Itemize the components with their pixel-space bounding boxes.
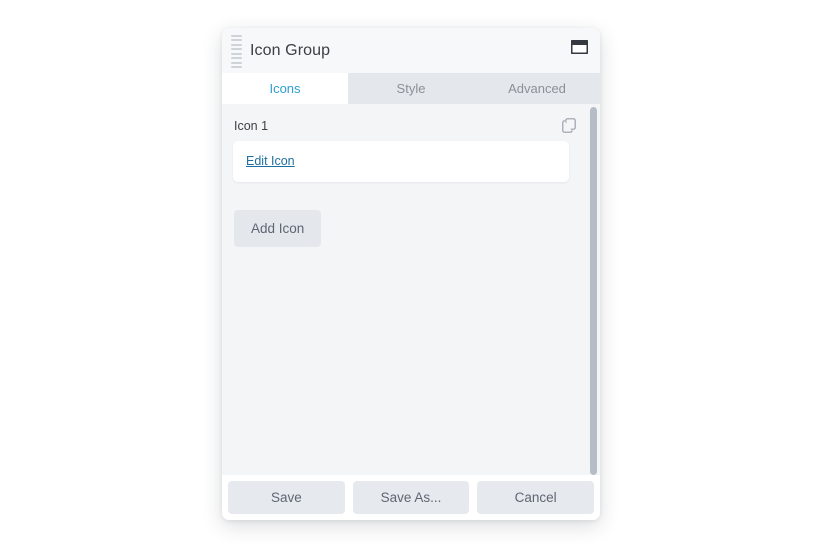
content-scrollbar[interactable] — [587, 104, 600, 475]
add-icon-button[interactable]: Add Icon — [234, 210, 322, 247]
screen: Icon Group Icons Style Advanced Icon 1 E… — [0, 0, 836, 547]
icon-item-label: Icon 1 — [234, 118, 269, 133]
content-scrollbar-thumb[interactable] — [590, 107, 597, 475]
icon-group-dialog: Icon Group Icons Style Advanced Icon 1 E… — [222, 28, 600, 520]
tab-bar: Icons Style Advanced — [222, 73, 600, 104]
icons-list: Icon 1 Edit Icon Add Icon — [222, 104, 600, 475]
save-button[interactable]: Save — [228, 481, 345, 514]
save-as-button[interactable]: Save As... — [352, 481, 470, 514]
tab-advanced[interactable]: Advanced — [474, 73, 600, 104]
drag-handle-icon[interactable] — [231, 35, 242, 68]
tab-style[interactable]: Style — [348, 73, 474, 104]
tab-advanced-label: Advanced — [508, 81, 566, 96]
tab-style-label: Style — [396, 81, 426, 96]
tab-icons-label: Icons — [269, 81, 301, 96]
icon-card: Edit Icon — [233, 141, 569, 182]
dialog-titlebar[interactable]: Icon Group — [222, 28, 600, 73]
window-icon[interactable] — [570, 39, 589, 55]
dialog-footer: Save Save As... Cancel — [222, 475, 600, 520]
tab-panel-icons: Icon 1 Edit Icon Add Icon — [222, 104, 600, 475]
tab-icons[interactable]: Icons — [222, 73, 348, 104]
dialog-title: Icon Group — [250, 41, 331, 59]
copy-icon[interactable] — [562, 118, 576, 133]
edit-icon-link[interactable]: Edit Icon — [246, 154, 295, 168]
cancel-button[interactable]: Cancel — [477, 481, 595, 514]
icon-item-header: Icon 1 — [234, 118, 588, 133]
